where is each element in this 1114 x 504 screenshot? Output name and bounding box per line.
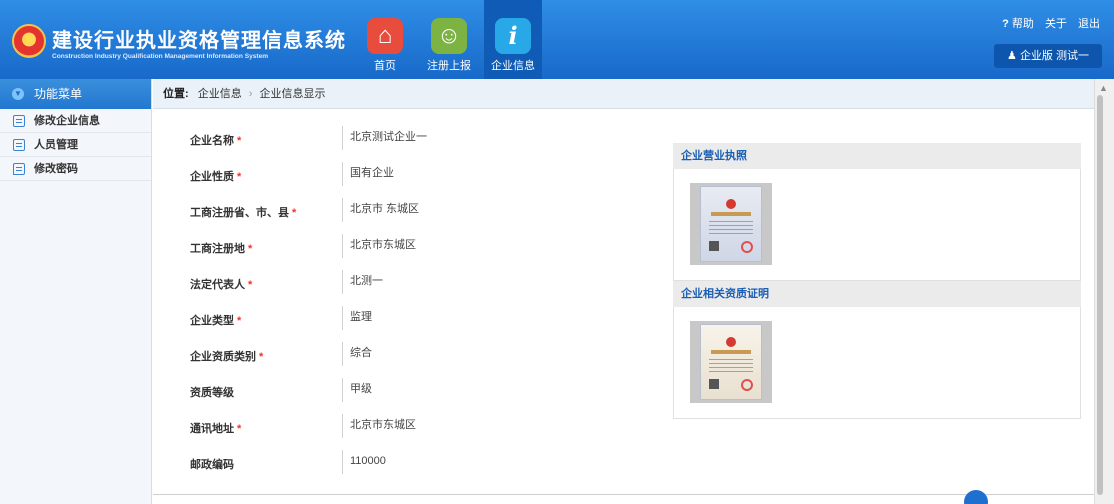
logout-link[interactable]: 退出 [1078, 18, 1100, 30]
user-badge[interactable]: ♟ 企业版 测试一 [994, 44, 1102, 68]
nav-company-info-label: 企业信息 [491, 60, 535, 72]
field-label: 企业类型 * [190, 315, 242, 327]
breadcrumb: 位置: 企业信息 › 企业信息显示 [153, 79, 1094, 109]
sidebar: ▼ 功能菜单 修改企业信息 人员管理 修改密码 [0, 79, 152, 504]
field-value: 综合 [350, 347, 372, 359]
top-links: ? 帮助 关于 退出 [994, 15, 1100, 31]
national-emblem-logo: ★ [12, 24, 46, 58]
info-icon: i [495, 18, 531, 54]
field-label: 资质等级 [190, 387, 234, 399]
content-bottom-divider [153, 494, 1094, 495]
sidebar-header[interactable]: ▼ 功能菜单 [0, 79, 151, 109]
user-icon: ♟ [1007, 50, 1017, 62]
nav-company-info[interactable]: i 企业信息 [484, 0, 542, 79]
nav-register-report-label: 注册上报 [427, 60, 471, 72]
breadcrumb-label: 位置: [163, 88, 189, 100]
breadcrumb-item[interactable]: 企业信息 [198, 88, 242, 100]
business-license-panel [673, 169, 1081, 281]
about-link[interactable]: 关于 [1045, 18, 1067, 30]
help-icon: ? [1002, 18, 1009, 30]
field-qualification-level: 资质等级 甲级 [190, 378, 660, 408]
field-label: 企业性质 * [190, 171, 242, 183]
field-label: 工商注册地 * [190, 243, 253, 255]
qualification-certificate-thumbnail[interactable] [690, 321, 772, 403]
user-name: 测试一 [1056, 50, 1089, 62]
field-label: 企业资质类别 * [190, 351, 264, 363]
nav-register-report[interactable]: ☺ 注册上报 [420, 8, 478, 78]
breadcrumb-separator: › [248, 88, 253, 100]
field-postal-code: 邮政编码 110000 [190, 450, 660, 480]
scroll-up-icon[interactable]: ▲ [1099, 83, 1108, 93]
app-header: ★ 建设行业执业资格管理信息系统 Construction Industry Q… [0, 0, 1114, 79]
field-legal-representative: 法定代表人 * 北测一 [190, 270, 660, 300]
breadcrumb-item: 企业信息显示 [259, 88, 326, 100]
field-value: 北京市 东城区 [350, 203, 420, 215]
field-qualification-category: 企业资质类别 * 综合 [190, 342, 660, 372]
field-label: 通讯地址 * [190, 423, 242, 435]
field-value: 国有企业 [350, 167, 394, 179]
nav-home-label: 首页 [374, 60, 396, 72]
qualification-panel-title: 企业相关资质证明 [673, 281, 1081, 307]
message-icon [13, 163, 25, 175]
field-registration-region: 工商注册省、市、县 * 北京市 东城区 [190, 198, 660, 228]
field-value: 北京市东城区 [350, 419, 416, 431]
sidebar-item-label: 人员管理 [34, 139, 78, 151]
user-edition: 企业版 [1019, 50, 1053, 62]
field-value: 监理 [350, 311, 372, 323]
field-label: 法定代表人 * [190, 279, 253, 291]
user-search-icon: ☺ [431, 18, 467, 54]
field-registration-address: 工商注册地 * 北京市东城区 [190, 234, 660, 264]
field-value: 110000 [350, 455, 386, 467]
business-license-thumbnail[interactable] [690, 183, 772, 265]
system-subtitle: Construction Industry Qualification Mana… [52, 53, 269, 60]
field-value: 北测一 [350, 275, 383, 287]
field-company-type: 企业类型 * 监理 [190, 306, 660, 336]
field-value: 甲级 [350, 383, 372, 395]
sidebar-item-label: 修改企业信息 [34, 115, 100, 127]
field-mailing-address: 通讯地址 * 北京市东城区 [190, 414, 660, 444]
sidebar-item-edit-company[interactable]: 修改企业信息 [0, 109, 151, 133]
system-title: 建设行业执业资格管理信息系统 [52, 28, 346, 52]
vertical-scrollbar[interactable]: ▲ [1094, 79, 1114, 504]
qualification-panel [673, 307, 1081, 419]
nav-home[interactable]: ⌂ 首页 [356, 8, 414, 78]
scrollbar-thumb[interactable] [1097, 95, 1103, 495]
field-value: 北京市东城区 [350, 239, 416, 251]
field-label: 邮政编码 [190, 459, 234, 471]
sidebar-title: 功能菜单 [34, 87, 83, 101]
sidebar-item-change-password[interactable]: 修改密码 [0, 157, 151, 181]
sidebar-item-personnel[interactable]: 人员管理 [0, 133, 151, 157]
field-company-nature: 企业性质 * 国有企业 [190, 162, 660, 192]
field-company-name: 企业名称 * 北京测试企业一 [190, 126, 660, 156]
sidebar-item-label: 修改密码 [34, 163, 78, 175]
business-license-panel-title: 企业营业执照 [673, 143, 1081, 169]
list-icon [13, 115, 25, 127]
list-icon [13, 139, 25, 151]
field-value: 北京测试企业一 [350, 131, 427, 143]
field-label: 企业名称 * [190, 135, 242, 147]
help-link[interactable]: ? 帮助 [1002, 18, 1034, 30]
floating-action-button[interactable] [964, 490, 988, 504]
chevron-down-icon: ▼ [12, 88, 24, 100]
help-link-label: 帮助 [1011, 18, 1034, 30]
home-icon: ⌂ [367, 18, 403, 54]
field-label: 工商注册省、市、县 * [190, 207, 297, 219]
